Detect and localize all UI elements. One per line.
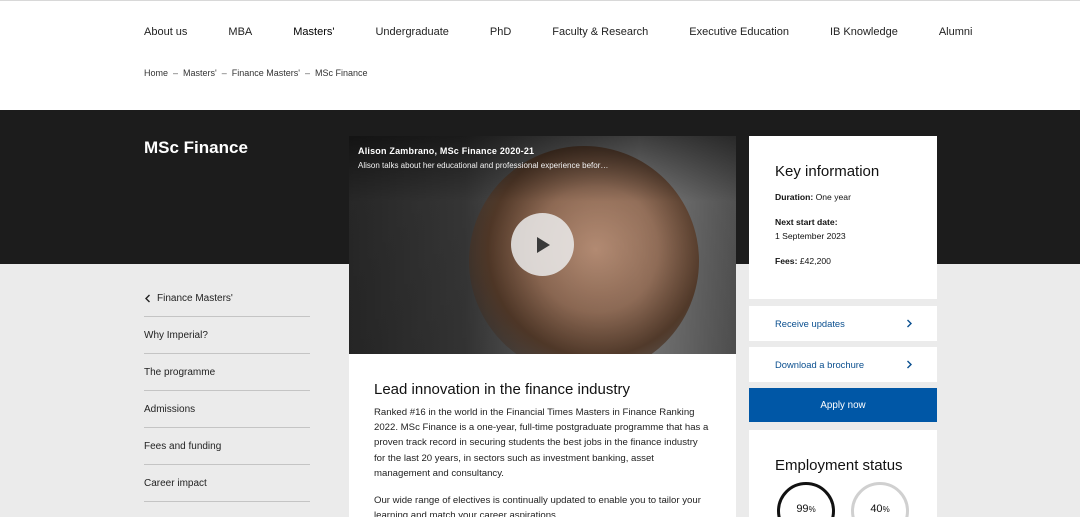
play-icon xyxy=(536,236,550,253)
electives-paragraph: Our wide range of electives is continual… xyxy=(374,495,701,517)
breadcrumb-separator: – xyxy=(173,68,179,78)
receive-updates-link[interactable]: Receive updates xyxy=(749,306,937,341)
sidenav-back-label: Finance Masters' xyxy=(157,292,233,304)
breadcrumb-separator: – xyxy=(221,68,227,78)
page-title: MSc Finance xyxy=(144,138,248,157)
fees-info: Fees: £42,200 xyxy=(775,254,911,268)
employment-stat-value: 40 xyxy=(870,503,883,515)
video-player[interactable]: Alison Zambrano, MSc Finance 2020-21 Ali… xyxy=(349,136,736,354)
chevron-right-icon xyxy=(907,319,912,328)
main-nav: About us MBA Masters' Undergraduate PhD … xyxy=(144,26,1013,38)
employment-stat-unit: % xyxy=(808,505,816,514)
download-brochure-link[interactable]: Download a brochure xyxy=(749,347,937,382)
breadcrumb-masters[interactable]: Masters' xyxy=(183,68,217,78)
sidenav-item-why-imperial[interactable]: Why Imperial? xyxy=(144,317,310,354)
nav-item-faculty-research[interactable]: Faculty & Research xyxy=(552,26,648,38)
sidenav-item-career-impact[interactable]: Career impact xyxy=(144,465,310,502)
duration-info: Duration: One year xyxy=(775,190,911,204)
start-date-label: Next start date: xyxy=(775,217,838,227)
sidenav-back-link[interactable]: Finance Masters' xyxy=(144,280,310,317)
nav-item-ib-knowledge[interactable]: IB Knowledge xyxy=(830,26,898,38)
apply-now-button[interactable]: Apply now xyxy=(749,388,937,422)
employment-stat-value: 99 xyxy=(796,503,809,515)
breadcrumb-home[interactable]: Home xyxy=(144,68,168,78)
nav-item-masters[interactable]: Masters' xyxy=(293,26,334,38)
intro-paragraph: Ranked #16 in the world in the Financial… xyxy=(374,407,709,479)
section-heading: Lead innovation in the finance industry xyxy=(374,381,631,398)
chevron-left-icon xyxy=(145,294,150,302)
key-information-heading: Key information xyxy=(775,163,880,180)
receive-updates-label: Receive updates xyxy=(775,318,845,329)
intro-section: Lead innovation in the finance industry … xyxy=(349,354,736,517)
fees-label: Fees: xyxy=(775,256,798,266)
video-title: Alison Zambrano, MSc Finance 2020-21 xyxy=(358,146,535,156)
side-navigation: Finance Masters' Why Imperial? The progr… xyxy=(144,280,310,502)
employment-stat-unit: % xyxy=(882,505,890,514)
start-date-value: 1 September 2023 xyxy=(775,231,846,241)
nav-item-mba[interactable]: MBA xyxy=(228,26,252,38)
sidenav-item-the-programme[interactable]: The programme xyxy=(144,354,310,391)
nav-item-phd[interactable]: PhD xyxy=(490,26,511,38)
nav-item-undergraduate[interactable]: Undergraduate xyxy=(375,26,448,38)
nav-item-executive-education[interactable]: Executive Education xyxy=(689,26,789,38)
employment-status-heading: Employment status xyxy=(775,457,903,474)
video-subtitle: Alison talks about her educational and p… xyxy=(358,161,609,170)
sidenav-item-admissions[interactable]: Admissions xyxy=(144,391,310,428)
breadcrumb-separator: – xyxy=(305,68,311,78)
nav-item-alumni[interactable]: Alumni xyxy=(939,26,973,38)
sidenav-item-fees-funding[interactable]: Fees and funding xyxy=(144,428,310,465)
duration-value: One year xyxy=(815,192,851,202)
top-navigation: About us MBA Masters' Undergraduate PhD … xyxy=(0,0,1080,110)
start-date-info: Next start date: 1 September 2023 xyxy=(775,215,911,243)
breadcrumb-finance-masters[interactable]: Finance Masters' xyxy=(232,68,300,78)
key-information-card: Key information Duration: One year Next … xyxy=(749,136,937,299)
fees-value: £42,200 xyxy=(799,256,831,266)
download-brochure-label: Download a brochure xyxy=(775,359,865,370)
breadcrumb: Home – Masters' – Finance Masters' – MSc… xyxy=(144,68,368,78)
nav-item-about-us[interactable]: About us xyxy=(144,26,187,38)
duration-label: Duration: xyxy=(775,192,814,202)
play-button[interactable] xyxy=(511,213,574,276)
breadcrumb-current: MSc Finance xyxy=(315,68,368,78)
chevron-right-icon xyxy=(907,360,912,369)
